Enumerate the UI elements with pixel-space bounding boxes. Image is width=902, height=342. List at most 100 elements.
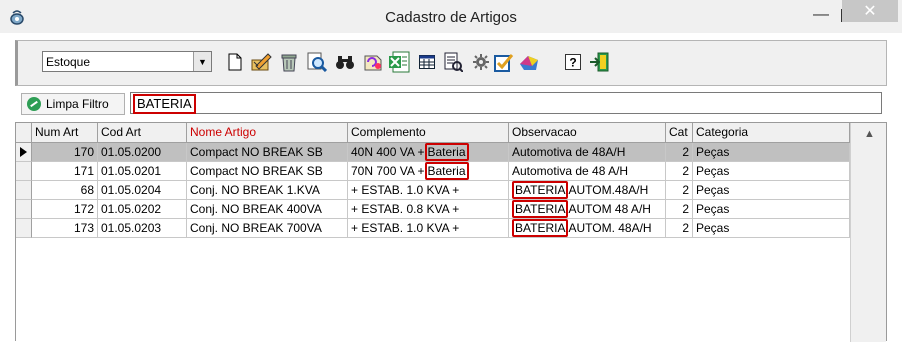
cell-categoria[interactable]: Peças — [693, 219, 850, 238]
cell-complemento[interactable]: 40N 400 VA + Bateria — [348, 143, 509, 162]
cell-num-art[interactable]: 68 — [32, 181, 98, 200]
cell-num-art[interactable]: 171 — [32, 162, 98, 181]
articles-grid: Num Art Cod Art Nome Artigo Complemento … — [15, 122, 887, 342]
cell-categoria[interactable]: Peças — [693, 200, 850, 219]
cell-cod-art[interactable]: 01.05.0201 — [98, 162, 187, 181]
complemento-text: + ESTAB. 0.8 KVA + — [351, 202, 460, 216]
row-indicator[interactable] — [16, 143, 32, 162]
search-match-highlight: BATERIA — [512, 200, 569, 218]
row-indicator[interactable] — [16, 219, 32, 238]
settings-icon[interactable] — [470, 51, 492, 73]
cell-observacao[interactable]: BATERIA AUTOM. 48A/H — [509, 219, 666, 238]
table-row[interactable]: 171 01.05.0201 Compact NO BREAK SB 70N 700 … — [16, 162, 850, 181]
chart-icon[interactable] — [518, 51, 540, 73]
minimize-button[interactable]: — — [808, 4, 834, 26]
stock-select[interactable]: Estoque ▼ — [42, 51, 212, 72]
filter-input[interactable]: BATERIA — [130, 92, 882, 114]
grid-icon[interactable] — [416, 51, 438, 73]
cell-cat[interactable]: 2 — [666, 200, 693, 219]
cell-nome-artigo[interactable]: Conj. NO BREAK 400VA — [187, 200, 348, 219]
refresh-icon[interactable] — [362, 51, 384, 73]
search-match-highlight: Bateria — [424, 143, 469, 161]
close-button[interactable]: ✕ — [842, 0, 898, 22]
clear-filter-label: Limpa Filtro — [46, 97, 109, 111]
exit-icon[interactable] — [588, 51, 610, 73]
cell-num-art[interactable]: 172 — [32, 200, 98, 219]
cell-nome-artigo[interactable]: Conj. NO BREAK 1.KVA — [187, 181, 348, 200]
cell-cod-art[interactable]: 01.05.0200 — [98, 143, 187, 162]
observacao-text: Automotiva de 48 A/H — [512, 164, 629, 178]
cell-cat[interactable]: 2 — [666, 162, 693, 181]
filter-input-value: BATERIA — [133, 94, 196, 114]
cell-categoria[interactable]: Peças — [693, 162, 850, 181]
search-match-highlight: BATERIA — [512, 219, 569, 237]
new-document-icon[interactable] — [224, 51, 246, 73]
table-row[interactable]: 172 01.05.0202 Conj. NO BREAK 400VA + ESTAB… — [16, 200, 850, 219]
edit-icon[interactable] — [250, 51, 272, 73]
search-icon[interactable] — [306, 51, 328, 73]
chevron-down-icon[interactable]: ▼ — [193, 52, 211, 71]
window-title: Cadastro de Artigos — [385, 9, 517, 26]
observacao-text: AUTOM 48 A/H — [568, 202, 651, 216]
column-header-nome-artigo[interactable]: Nome Artigo — [187, 123, 348, 143]
delete-icon[interactable] — [278, 51, 300, 73]
table-row[interactable]: 173 01.05.0203 Conj. NO BREAK 700VA + ESTAB… — [16, 219, 850, 238]
cell-cat[interactable]: 2 — [666, 143, 693, 162]
excel-icon[interactable] — [388, 51, 410, 73]
row-indicator[interactable] — [16, 200, 32, 219]
row-indicator[interactable] — [16, 162, 32, 181]
cell-nome-artigo[interactable]: Conj. NO BREAK 700VA — [187, 219, 348, 238]
cell-cat[interactable]: 2 — [666, 219, 693, 238]
stock-select-value: Estoque — [46, 55, 91, 69]
cell-cod-art[interactable]: 01.05.0203 — [98, 219, 187, 238]
observacao-text: AUTOM. 48A/H — [568, 221, 652, 235]
title-bar: Cadastro de Artigos — ✕ — [0, 0, 902, 33]
complemento-text: 70N 700 VA + — [351, 164, 425, 178]
close-icon: ✕ — [863, 3, 877, 20]
cell-complemento[interactable]: 70N 700 VA + Bateria — [348, 162, 509, 181]
clear-filter-button[interactable]: Limpa Filtro — [21, 93, 125, 115]
cell-observacao[interactable]: Automotiva de 48 A/H — [509, 162, 666, 181]
column-header-cat[interactable]: Cat — [666, 123, 693, 143]
search-match-highlight: Bateria — [424, 162, 469, 180]
table-row[interactable]: 68 01.05.0204 Conj. NO BREAK 1.KVA + ESTAB.… — [16, 181, 850, 200]
row-indicator-header — [16, 123, 32, 143]
svg-text:?: ? — [569, 56, 576, 70]
cell-cod-art[interactable]: 01.05.0204 — [98, 181, 187, 200]
help-icon[interactable]: ? — [562, 51, 584, 73]
filter-bar: Limpa Filtro BATERIA — [15, 90, 887, 116]
column-header-cod-art[interactable]: Cod Art — [98, 123, 187, 143]
cell-observacao[interactable]: Automotiva de 48A/H — [509, 143, 666, 162]
cell-categoria[interactable]: Peças — [693, 181, 850, 200]
cell-complemento[interactable]: + ESTAB. 0.8 KVA + — [348, 200, 509, 219]
column-header-complemento[interactable]: Complemento — [348, 123, 509, 143]
cell-observacao[interactable]: BATERIA AUTOM.48A/H — [509, 181, 666, 200]
column-header-observacao[interactable]: Observacao — [509, 123, 666, 143]
minimize-icon: — — [813, 6, 829, 23]
cell-cat[interactable]: 2 — [666, 181, 693, 200]
cell-complemento[interactable]: + ESTAB. 1.0 KVA + — [348, 181, 509, 200]
cell-complemento[interactable]: + ESTAB. 1.0 KVA + — [348, 219, 509, 238]
check-icon[interactable] — [494, 51, 516, 73]
report-icon[interactable] — [442, 51, 464, 73]
binoculars-icon[interactable] — [334, 51, 356, 73]
scroll-up-icon[interactable]: ▲ — [864, 128, 875, 140]
cell-num-art[interactable]: 173 — [32, 219, 98, 238]
row-indicator[interactable] — [16, 181, 32, 200]
cell-nome-artigo[interactable]: Compact NO BREAK SB — [187, 162, 348, 181]
cell-cod-art[interactable]: 01.05.0202 — [98, 200, 187, 219]
complemento-text: 40N 400 VA + — [351, 145, 425, 159]
cell-num-art[interactable]: 170 — [32, 143, 98, 162]
cell-observacao[interactable]: BATERIA AUTOM 48 A/H — [509, 200, 666, 219]
cell-nome-artigo[interactable]: Compact NO BREAK SB — [187, 143, 348, 162]
complemento-text: + ESTAB. 1.0 KVA + — [351, 183, 460, 197]
vertical-scrollbar[interactable]: ▲ — [850, 123, 886, 342]
column-header-categoria[interactable]: Categoria — [693, 123, 850, 143]
clear-filter-icon — [27, 97, 41, 111]
search-match-highlight: BATERIA — [512, 181, 569, 199]
toolbar: Estoque ▼ ? — [15, 40, 887, 86]
table-row[interactable]: 170 01.05.0200 Compact NO BREAK SB 40N 400 … — [16, 143, 850, 162]
observacao-text: AUTOM.48A/H — [568, 183, 649, 197]
cell-categoria[interactable]: Peças — [693, 143, 850, 162]
column-header-num-art[interactable]: Num Art — [32, 123, 98, 143]
